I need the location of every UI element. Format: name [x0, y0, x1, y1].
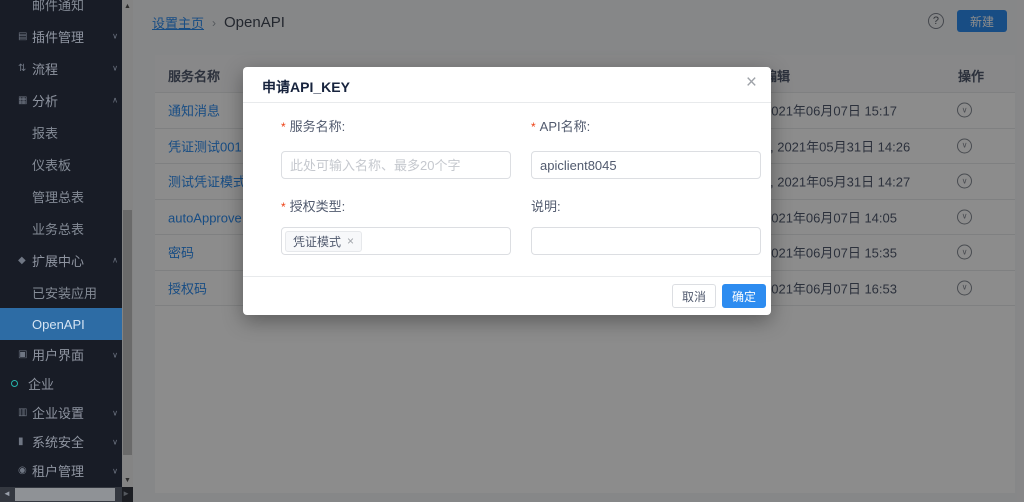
ui-icon: ▣	[18, 349, 28, 360]
sidebar-item-openapi[interactable]: OpenAPI	[0, 308, 122, 340]
sidebar-item-dashboard[interactable]: 仪表板	[0, 148, 122, 180]
chevron-icon: ∨	[112, 466, 118, 475]
description-label: 说明:	[531, 196, 561, 215]
auth-type-tag: 凭证模式 ×	[285, 231, 362, 252]
sidebar-item-user-interface[interactable]: ▣ 用户界面 ∨	[0, 340, 122, 369]
api-name-field-wrap	[531, 151, 761, 179]
chevron-icon: ∧	[112, 256, 118, 265]
modal-form: *服务名称: *API名称: *授权类型: 说明: 凭证模式	[281, 103, 761, 276]
building-icon: ▥	[18, 407, 28, 418]
sidebar-item-tenant-mgmt[interactable]: ◉ 租户管理 ∨	[0, 456, 122, 485]
sidebar-item-report[interactable]: 报表	[0, 116, 122, 148]
service-name-input[interactable]	[281, 151, 511, 179]
required-asterisk: *	[281, 120, 286, 134]
modal-header: 申请API_KEY ×	[243, 67, 771, 103]
enterprise-dot-icon	[11, 380, 18, 387]
sidebar-item-business-summary[interactable]: 业务总表	[0, 212, 122, 244]
sidebar-item-system-security[interactable]: ▮ 系统安全 ∨	[0, 427, 122, 456]
chevron-icon: ∨	[112, 64, 118, 73]
extension-icon: ◆	[18, 255, 28, 266]
service-name-field-wrap	[281, 151, 511, 179]
sidebar-item-label: 扩展中心	[32, 251, 84, 270]
sidebar-item-label: 报表	[32, 123, 58, 142]
sidebar-item-analysis[interactable]: ▦ 分析 ∧	[0, 84, 122, 116]
api-name-input[interactable]	[531, 151, 761, 179]
sidebar-item-extension-center[interactable]: ◆ 扩展中心 ∧	[0, 244, 122, 276]
tag-close-icon[interactable]: ×	[347, 235, 354, 247]
cancel-button[interactable]: 取消	[672, 284, 716, 308]
scroll-left-icon[interactable]: ◄	[3, 489, 11, 498]
auth-type-label: *授权类型:	[281, 196, 345, 215]
description-field-wrap	[531, 227, 761, 255]
sidebar-item-label: 仪表板	[32, 155, 71, 174]
close-icon[interactable]: ×	[746, 73, 757, 92]
sidebar-item-label: 邮件通知	[32, 0, 84, 14]
sidebar: 邮件通知 ▤ 插件管理 ∨ ⇅ 流程 ∨ ▦	[0, 0, 122, 502]
sidebar-item-mgmt-summary[interactable]: 管理总表	[0, 180, 122, 212]
chevron-icon: ∨	[112, 408, 118, 417]
sidebar-item-label: 租户管理	[32, 461, 84, 480]
chevron-icon: ∨	[112, 437, 118, 446]
sidebar-item-mail-notify[interactable]: 邮件通知	[0, 0, 122, 20]
horizontal-scroll-thumb[interactable]	[15, 488, 115, 501]
sidebar-item-enterprise[interactable]: 企业	[0, 369, 122, 398]
api-key-modal: 申请API_KEY × *服务名称: *API名称: *授权类型: 说明:	[243, 67, 771, 315]
sidebar-item-installed-apps[interactable]: 已安装应用	[0, 276, 122, 308]
required-asterisk: *	[531, 120, 536, 134]
sidebar-item-label: 系统安全	[32, 432, 84, 451]
sidebar-item-workflow[interactable]: ⇅ 流程 ∨	[0, 52, 122, 84]
sidebar-item-label: 企业设置	[32, 403, 84, 422]
api-name-label: *API名称:	[531, 116, 590, 135]
required-asterisk: *	[281, 200, 286, 214]
sidebar-horizontal-scrollbar[interactable]: ◄ ►	[0, 487, 133, 502]
sidebar-item-plugin-mgmt[interactable]: ▤ 插件管理 ∨	[0, 20, 122, 52]
select-box: 凭证模式 ×	[281, 227, 511, 255]
modal-title: 申请API_KEY	[262, 77, 350, 97]
chevron-icon: ∨	[112, 32, 118, 41]
analysis-icon: ▦	[18, 95, 28, 106]
plugin-icon: ▤	[18, 31, 28, 42]
sidebar-item-label: 企业	[28, 374, 54, 393]
app-window: 邮件通知 ▤ 插件管理 ∨ ⇅ 流程 ∨ ▦	[0, 0, 1024, 502]
sidebar-item-enterprise-settings[interactable]: ▥ 企业设置 ∨	[0, 398, 122, 427]
sidebar-item-label: 流程	[32, 59, 58, 78]
sidebar-item-label: OpenAPI	[32, 317, 85, 332]
confirm-button[interactable]: 确定	[722, 284, 766, 308]
description-input[interactable]	[531, 227, 761, 255]
sidebar-item-label: 插件管理	[32, 27, 84, 46]
service-name-label: *服务名称:	[281, 116, 345, 135]
lock-icon: ▮	[18, 436, 28, 447]
sidebar-menu: 邮件通知 ▤ 插件管理 ∨ ⇅ 流程 ∨ ▦	[0, 0, 122, 485]
chevron-icon: ∧	[112, 96, 118, 105]
auth-type-select[interactable]: 凭证模式 ×	[281, 227, 511, 255]
modal-footer: 取消 确定	[243, 276, 771, 315]
sidebar-item-label: 管理总表	[32, 187, 84, 206]
sidebar-item-label: 业务总表	[32, 219, 84, 238]
flow-icon: ⇅	[18, 63, 28, 74]
sidebar-item-label: 用户界面	[32, 345, 84, 364]
sidebar-item-label: 已安装应用	[32, 283, 97, 302]
sidebar-item-label: 分析	[32, 91, 58, 110]
chevron-icon: ∨	[112, 350, 118, 359]
users-icon: ◉	[18, 465, 28, 476]
